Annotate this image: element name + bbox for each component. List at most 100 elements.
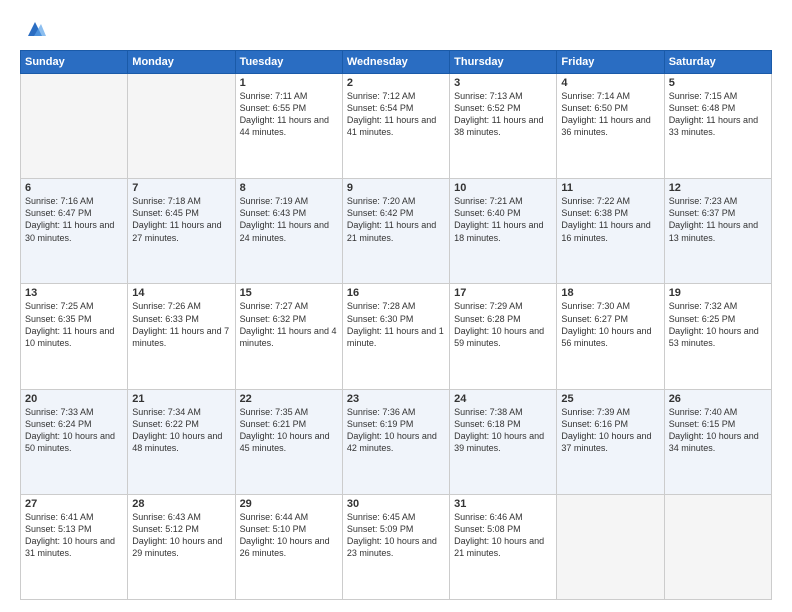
- day-number: 20: [25, 393, 123, 405]
- day-number: 16: [347, 287, 445, 299]
- calendar-header-thursday: Thursday: [450, 51, 557, 74]
- calendar-table: SundayMondayTuesdayWednesdayThursdayFrid…: [20, 50, 772, 600]
- day-number: 9: [347, 182, 445, 194]
- calendar-day: 31Sunrise: 6:46 AM Sunset: 5:08 PM Dayli…: [450, 494, 557, 599]
- calendar-day: 20Sunrise: 7:33 AM Sunset: 6:24 PM Dayli…: [21, 389, 128, 494]
- calendar-day: [21, 74, 128, 179]
- day-info: Sunrise: 7:28 AM Sunset: 6:30 PM Dayligh…: [347, 300, 445, 349]
- day-number: 19: [669, 287, 767, 299]
- day-number: 28: [132, 498, 230, 510]
- day-info: Sunrise: 7:11 AM Sunset: 6:55 PM Dayligh…: [240, 90, 338, 139]
- calendar-day: 24Sunrise: 7:38 AM Sunset: 6:18 PM Dayli…: [450, 389, 557, 494]
- calendar-day: 15Sunrise: 7:27 AM Sunset: 6:32 PM Dayli…: [235, 284, 342, 389]
- day-info: Sunrise: 7:38 AM Sunset: 6:18 PM Dayligh…: [454, 406, 552, 455]
- day-info: Sunrise: 7:39 AM Sunset: 6:16 PM Dayligh…: [561, 406, 659, 455]
- calendar-header-friday: Friday: [557, 51, 664, 74]
- logo-icon: [24, 18, 46, 40]
- calendar-week-row: 6Sunrise: 7:16 AM Sunset: 6:47 PM Daylig…: [21, 179, 772, 284]
- calendar-day: [664, 494, 771, 599]
- day-info: Sunrise: 7:25 AM Sunset: 6:35 PM Dayligh…: [25, 300, 123, 349]
- day-info: Sunrise: 7:40 AM Sunset: 6:15 PM Dayligh…: [669, 406, 767, 455]
- day-info: Sunrise: 6:44 AM Sunset: 5:10 PM Dayligh…: [240, 511, 338, 560]
- day-number: 1: [240, 77, 338, 89]
- calendar-day: 10Sunrise: 7:21 AM Sunset: 6:40 PM Dayli…: [450, 179, 557, 284]
- day-number: 23: [347, 393, 445, 405]
- calendar-day: 4Sunrise: 7:14 AM Sunset: 6:50 PM Daylig…: [557, 74, 664, 179]
- day-info: Sunrise: 7:16 AM Sunset: 6:47 PM Dayligh…: [25, 195, 123, 244]
- day-info: Sunrise: 7:15 AM Sunset: 6:48 PM Dayligh…: [669, 90, 767, 139]
- day-number: 4: [561, 77, 659, 89]
- day-number: 18: [561, 287, 659, 299]
- logo: [20, 18, 46, 40]
- day-number: 7: [132, 182, 230, 194]
- day-number: 12: [669, 182, 767, 194]
- day-info: Sunrise: 6:41 AM Sunset: 5:13 PM Dayligh…: [25, 511, 123, 560]
- day-number: 10: [454, 182, 552, 194]
- calendar-day: [128, 74, 235, 179]
- calendar-day: 22Sunrise: 7:35 AM Sunset: 6:21 PM Dayli…: [235, 389, 342, 494]
- day-info: Sunrise: 7:20 AM Sunset: 6:42 PM Dayligh…: [347, 195, 445, 244]
- calendar-day: 5Sunrise: 7:15 AM Sunset: 6:48 PM Daylig…: [664, 74, 771, 179]
- calendar-day: 18Sunrise: 7:30 AM Sunset: 6:27 PM Dayli…: [557, 284, 664, 389]
- calendar-day: 14Sunrise: 7:26 AM Sunset: 6:33 PM Dayli…: [128, 284, 235, 389]
- calendar-header-tuesday: Tuesday: [235, 51, 342, 74]
- calendar-header-row: SundayMondayTuesdayWednesdayThursdayFrid…: [21, 51, 772, 74]
- day-number: 29: [240, 498, 338, 510]
- calendar-day: 6Sunrise: 7:16 AM Sunset: 6:47 PM Daylig…: [21, 179, 128, 284]
- day-info: Sunrise: 7:23 AM Sunset: 6:37 PM Dayligh…: [669, 195, 767, 244]
- calendar-day: 16Sunrise: 7:28 AM Sunset: 6:30 PM Dayli…: [342, 284, 449, 389]
- calendar-header-sunday: Sunday: [21, 51, 128, 74]
- calendar-day: 1Sunrise: 7:11 AM Sunset: 6:55 PM Daylig…: [235, 74, 342, 179]
- day-info: Sunrise: 7:21 AM Sunset: 6:40 PM Dayligh…: [454, 195, 552, 244]
- calendar-day: 29Sunrise: 6:44 AM Sunset: 5:10 PM Dayli…: [235, 494, 342, 599]
- calendar-week-row: 1Sunrise: 7:11 AM Sunset: 6:55 PM Daylig…: [21, 74, 772, 179]
- day-number: 21: [132, 393, 230, 405]
- day-info: Sunrise: 7:27 AM Sunset: 6:32 PM Dayligh…: [240, 300, 338, 349]
- day-info: Sunrise: 6:46 AM Sunset: 5:08 PM Dayligh…: [454, 511, 552, 560]
- day-info: Sunrise: 7:18 AM Sunset: 6:45 PM Dayligh…: [132, 195, 230, 244]
- page: SundayMondayTuesdayWednesdayThursdayFrid…: [0, 0, 792, 612]
- calendar-day: 8Sunrise: 7:19 AM Sunset: 6:43 PM Daylig…: [235, 179, 342, 284]
- calendar-day: [557, 494, 664, 599]
- day-info: Sunrise: 7:14 AM Sunset: 6:50 PM Dayligh…: [561, 90, 659, 139]
- day-number: 15: [240, 287, 338, 299]
- day-info: Sunrise: 7:12 AM Sunset: 6:54 PM Dayligh…: [347, 90, 445, 139]
- calendar-week-row: 13Sunrise: 7:25 AM Sunset: 6:35 PM Dayli…: [21, 284, 772, 389]
- header: [20, 18, 772, 40]
- calendar-day: 3Sunrise: 7:13 AM Sunset: 6:52 PM Daylig…: [450, 74, 557, 179]
- day-info: Sunrise: 7:26 AM Sunset: 6:33 PM Dayligh…: [132, 300, 230, 349]
- day-info: Sunrise: 7:35 AM Sunset: 6:21 PM Dayligh…: [240, 406, 338, 455]
- day-number: 17: [454, 287, 552, 299]
- calendar-week-row: 27Sunrise: 6:41 AM Sunset: 5:13 PM Dayli…: [21, 494, 772, 599]
- calendar-day: 12Sunrise: 7:23 AM Sunset: 6:37 PM Dayli…: [664, 179, 771, 284]
- calendar-day: 30Sunrise: 6:45 AM Sunset: 5:09 PM Dayli…: [342, 494, 449, 599]
- calendar-day: 17Sunrise: 7:29 AM Sunset: 6:28 PM Dayli…: [450, 284, 557, 389]
- day-number: 2: [347, 77, 445, 89]
- day-info: Sunrise: 7:34 AM Sunset: 6:22 PM Dayligh…: [132, 406, 230, 455]
- day-info: Sunrise: 7:22 AM Sunset: 6:38 PM Dayligh…: [561, 195, 659, 244]
- calendar-header-wednesday: Wednesday: [342, 51, 449, 74]
- calendar-week-row: 20Sunrise: 7:33 AM Sunset: 6:24 PM Dayli…: [21, 389, 772, 494]
- calendar-day: 7Sunrise: 7:18 AM Sunset: 6:45 PM Daylig…: [128, 179, 235, 284]
- calendar-day: 28Sunrise: 6:43 AM Sunset: 5:12 PM Dayli…: [128, 494, 235, 599]
- day-number: 3: [454, 77, 552, 89]
- day-info: Sunrise: 7:13 AM Sunset: 6:52 PM Dayligh…: [454, 90, 552, 139]
- day-number: 5: [669, 77, 767, 89]
- day-number: 13: [25, 287, 123, 299]
- day-number: 30: [347, 498, 445, 510]
- day-number: 31: [454, 498, 552, 510]
- day-info: Sunrise: 7:30 AM Sunset: 6:27 PM Dayligh…: [561, 300, 659, 349]
- day-number: 27: [25, 498, 123, 510]
- day-number: 25: [561, 393, 659, 405]
- calendar-day: 19Sunrise: 7:32 AM Sunset: 6:25 PM Dayli…: [664, 284, 771, 389]
- calendar-day: 26Sunrise: 7:40 AM Sunset: 6:15 PM Dayli…: [664, 389, 771, 494]
- day-info: Sunrise: 7:29 AM Sunset: 6:28 PM Dayligh…: [454, 300, 552, 349]
- day-info: Sunrise: 6:43 AM Sunset: 5:12 PM Dayligh…: [132, 511, 230, 560]
- calendar-day: 25Sunrise: 7:39 AM Sunset: 6:16 PM Dayli…: [557, 389, 664, 494]
- day-number: 26: [669, 393, 767, 405]
- day-info: Sunrise: 6:45 AM Sunset: 5:09 PM Dayligh…: [347, 511, 445, 560]
- day-number: 22: [240, 393, 338, 405]
- calendar-day: 27Sunrise: 6:41 AM Sunset: 5:13 PM Dayli…: [21, 494, 128, 599]
- day-info: Sunrise: 7:33 AM Sunset: 6:24 PM Dayligh…: [25, 406, 123, 455]
- calendar-header-saturday: Saturday: [664, 51, 771, 74]
